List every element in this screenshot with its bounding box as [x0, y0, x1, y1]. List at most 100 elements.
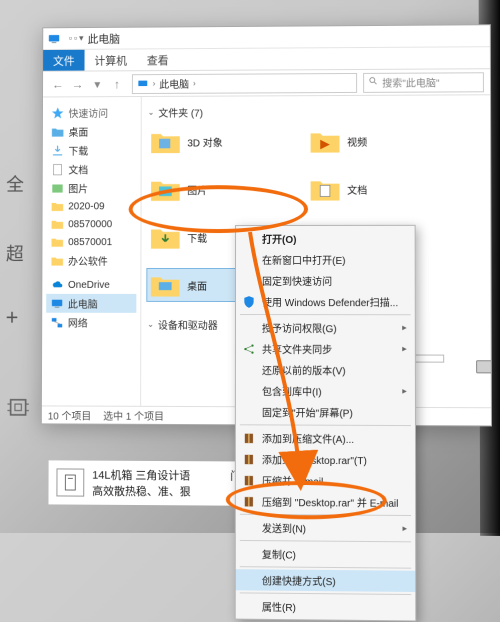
search-input[interactable]: 搜索"此电脑" — [363, 72, 484, 93]
chevron-down-icon: ⌄ — [148, 108, 155, 117]
ctx-add-archive[interactable]: 添加到压缩文件(A)... — [236, 427, 415, 449]
ctx-label: 压缩到 "Desktop.rar" 并 E-mail — [262, 494, 398, 510]
tab-view[interactable]: 查看 — [137, 49, 179, 70]
folder-icon — [50, 199, 64, 213]
ctx-properties[interactable]: 属性(R) — [236, 595, 416, 618]
ctx-separator — [240, 540, 411, 542]
nav-back-button[interactable]: ← — [49, 75, 67, 93]
context-menu: 打开(O) 在新窗口中打开(E) 固定到快速访问 使用 Windows Defe… — [235, 225, 417, 622]
sidebar-network[interactable]: 网络 — [46, 313, 136, 332]
breadcrumb[interactable]: 此电脑 — [159, 76, 189, 91]
folder-pictures[interactable]: 图片 — [147, 173, 277, 205]
ctx-separator — [240, 424, 411, 426]
folder-icon — [51, 162, 65, 176]
sidebar-item[interactable]: 办公软件 — [46, 251, 136, 270]
folder-label: 图片 — [187, 182, 207, 197]
sidebar-item[interactable]: 桌面 — [47, 122, 137, 141]
sidebar: 快速访问 桌面 下载 文档 图片 2020-09 08570000 085700… — [42, 97, 142, 406]
sidebar-label: OneDrive — [68, 279, 110, 290]
folder-icon — [50, 217, 64, 231]
chevron-right-icon: › — [193, 79, 196, 88]
sidebar-item[interactable]: 下载 — [47, 141, 137, 160]
bg-char: 超 — [6, 240, 24, 266]
sidebar-label: 桌面 — [68, 124, 88, 139]
nav-history-dropdown[interactable]: ▾ — [88, 75, 106, 93]
ctx-include-library[interactable]: 包含到库中(I)▸ — [236, 380, 415, 402]
folder-icon — [50, 235, 64, 249]
thispc-icon — [50, 296, 64, 310]
ctx-open-new-window[interactable]: 在新窗口中打开(E) — [236, 249, 415, 270]
ctx-restore-previous[interactable]: 还原以前的版本(V) — [236, 359, 415, 381]
ctx-label: 授予访问权限(G) — [262, 320, 337, 335]
sidebar-onedrive[interactable]: OneDrive — [46, 276, 136, 294]
qat-dropdown[interactable]: ▾ — [79, 33, 84, 44]
share-icon — [242, 342, 256, 356]
bg-plus: + — [6, 305, 19, 331]
nav-forward-button[interactable]: → — [69, 75, 87, 93]
folder-documents[interactable]: 文档 — [307, 173, 438, 205]
sidebar-item[interactable]: 08570001 — [46, 233, 136, 251]
archive-icon — [242, 473, 256, 487]
cloud-icon — [50, 278, 64, 292]
folder-label: 桌面 — [187, 277, 207, 292]
folder-3d-objects[interactable]: 3D 对象 — [148, 125, 277, 157]
folder-icon — [149, 271, 181, 299]
case-icon — [56, 468, 84, 496]
ctx-label: 创建快捷方式(S) — [262, 572, 336, 588]
chevron-right-icon: ▸ — [402, 322, 407, 333]
ctx-pin-start[interactable]: 固定到"开始"屏幕(P) — [236, 401, 415, 423]
folder-videos[interactable]: 视频 — [307, 125, 438, 157]
ctx-share-sync[interactable]: 共享文件夹同步▸ — [236, 338, 415, 360]
ctx-label: 固定到快速访问 — [262, 273, 332, 288]
ctx-label: 添加到压缩文件(A)... — [262, 430, 354, 446]
qat-item[interactable]: ▫ — [74, 33, 77, 44]
drive-d[interactable]: 本地磁盘 (D:) 872 GB 可用, 共 915 — [475, 353, 491, 392]
ctx-separator — [240, 514, 411, 516]
ctx-pin-quick-access[interactable]: 固定到快速访问 — [236, 270, 415, 291]
sidebar-label: 文档 — [68, 162, 88, 177]
qat-item[interactable]: ▫ — [69, 33, 72, 44]
sidebar-label: 办公软件 — [68, 253, 108, 268]
chevron-right-icon: ▸ — [402, 343, 407, 354]
tab-file[interactable]: 文件 — [43, 50, 84, 71]
chevron-right-icon: ▸ — [402, 386, 407, 397]
nav-up-button[interactable]: ↑ — [108, 75, 126, 93]
ctx-label: 固定到"开始"屏幕(P) — [262, 404, 353, 419]
ctx-compress-rar-email[interactable]: 压缩到 "Desktop.rar" 并 E-mail — [236, 491, 415, 513]
chevron-down-icon: ⌄ — [147, 320, 154, 329]
sidebar-quick-access[interactable]: 快速访问 — [47, 103, 137, 122]
star-icon — [51, 106, 65, 120]
thispc-icon — [137, 78, 149, 90]
bg-char: 全 — [6, 171, 24, 197]
sidebar-label: 08570001 — [68, 237, 112, 248]
ctx-label: 添加到 "Desktop.rar"(T) — [262, 452, 367, 468]
sidebar-item[interactable]: 文档 — [47, 160, 137, 179]
sidebar-label: 下载 — [68, 143, 88, 158]
search-icon — [368, 76, 378, 89]
titlebar: ▫ ▫ ▾ 此电脑 — [43, 25, 490, 50]
sidebar-item[interactable]: 2020-09 — [47, 197, 137, 215]
ctx-compress-email[interactable]: 压缩并 E-mail... — [236, 469, 415, 491]
ctx-give-access[interactable]: 授予访问权限(G) ▸ — [236, 317, 415, 338]
card-text: 14L机箱 三角设计语 — [92, 470, 190, 483]
ctx-label: 发送到(N) — [262, 520, 306, 535]
ctx-create-shortcut[interactable]: 创建快捷方式(S) — [236, 569, 416, 592]
folder-icon — [150, 128, 182, 156]
tab-computer[interactable]: 计算机 — [85, 49, 137, 70]
sidebar-item[interactable]: 图片 — [47, 178, 137, 197]
ctx-copy[interactable]: 复制(C) — [236, 543, 415, 566]
search-placeholder: 搜索"此电脑" — [382, 75, 439, 90]
ctx-defender-scan[interactable]: 使用 Windows Defender扫描... — [236, 291, 415, 312]
card-text: 高效散热稳、准、狠 — [92, 486, 191, 499]
ctx-label: 在新窗口中打开(E) — [262, 252, 346, 267]
sidebar-item[interactable]: 08570000 — [46, 215, 136, 233]
address-field[interactable]: › 此电脑 › — [132, 72, 357, 93]
folders-section-header[interactable]: ⌄ 文件夹 (7) — [148, 101, 484, 121]
sidebar-thispc[interactable]: 此电脑 — [46, 294, 136, 313]
ctx-separator — [240, 566, 411, 569]
sidebar-label: 网络 — [68, 315, 88, 330]
ctx-open[interactable]: 打开(O) — [236, 228, 415, 249]
ctx-add-desktop-rar[interactable]: 添加到 "Desktop.rar"(T) — [236, 448, 415, 470]
ctx-send-to[interactable]: 发送到(N)▸ — [236, 517, 415, 540]
archive-icon — [242, 452, 256, 466]
